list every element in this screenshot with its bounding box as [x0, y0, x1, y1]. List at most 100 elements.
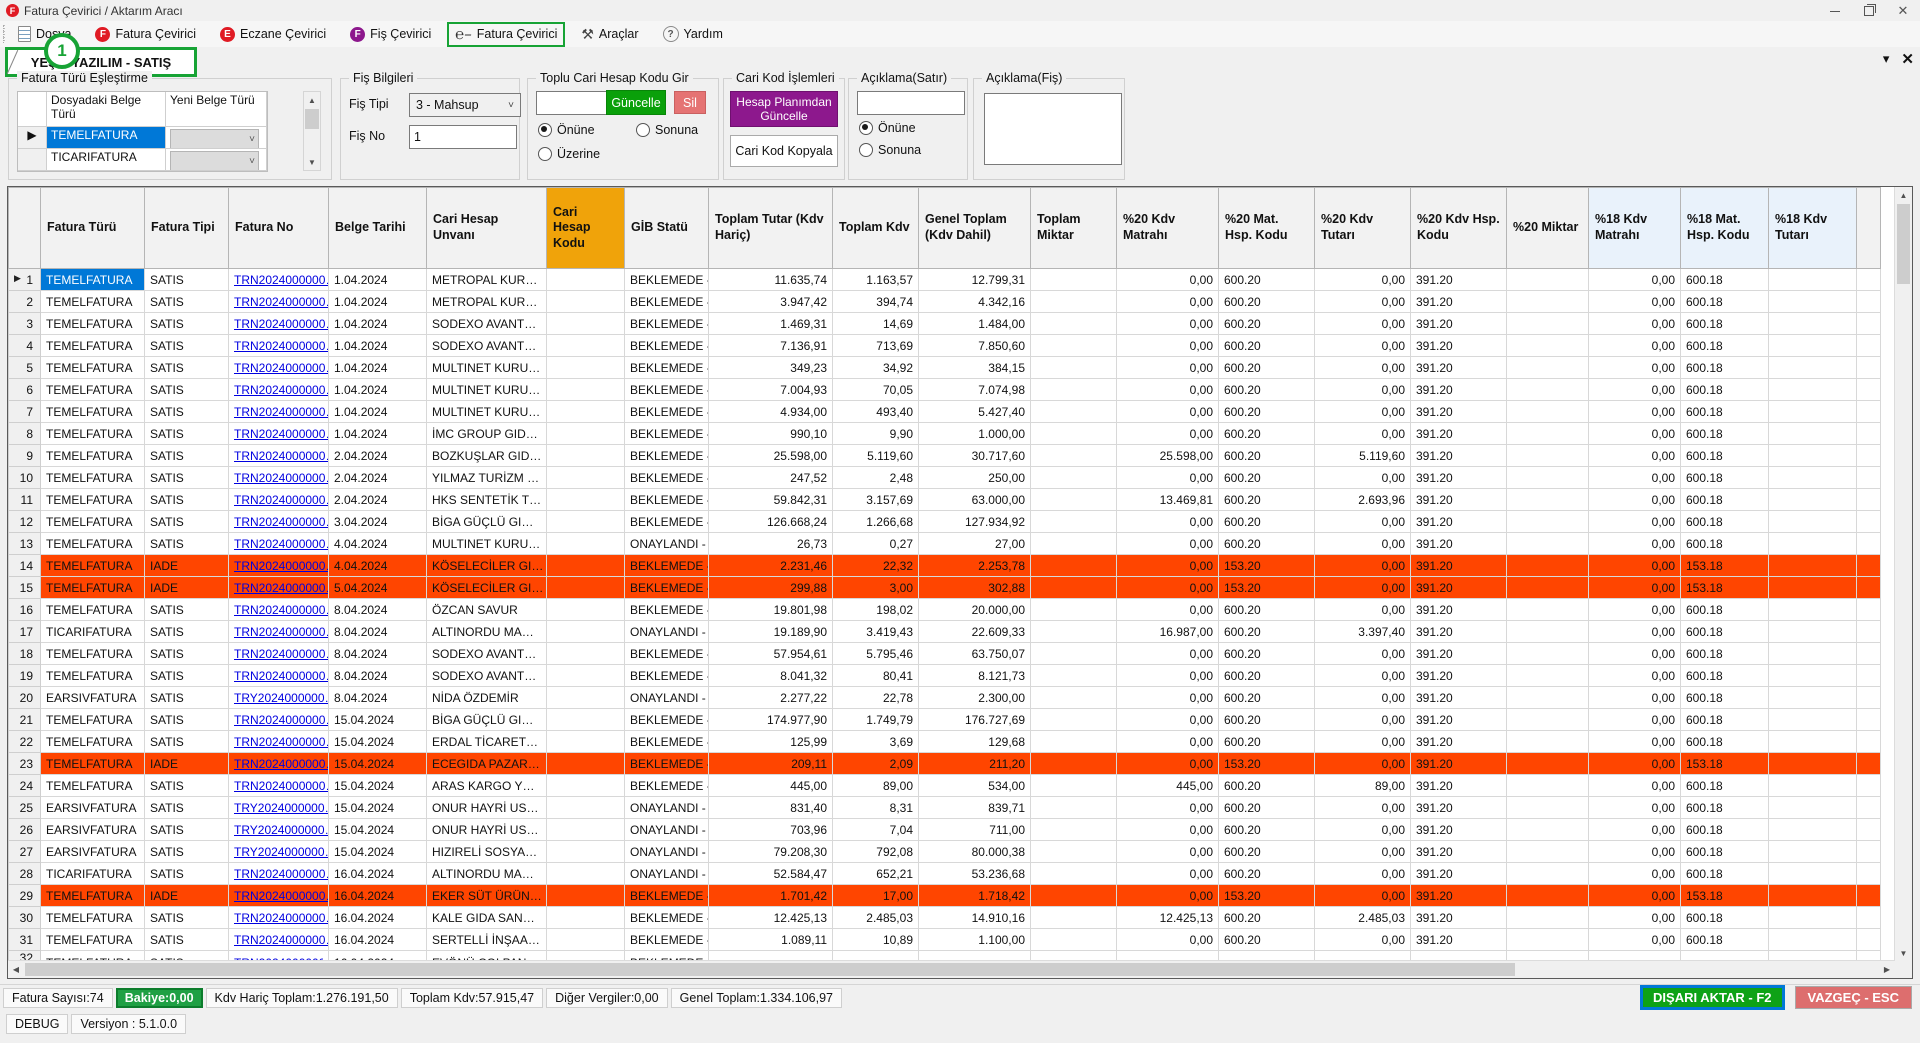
cell-genel[interactable]: 53.236,68 [918, 862, 1031, 885]
column-header-tarih[interactable]: Belge Tarihi [328, 187, 427, 269]
cell-m20k[interactable]: 600.20 [1218, 686, 1315, 709]
cell-m18k[interactable]: 600.18 [1680, 928, 1769, 951]
cell-row-selector[interactable]: 2 [8, 290, 41, 313]
cell-m18[interactable]: 0,00 [1588, 444, 1681, 467]
cell-m20k[interactable]: 600.20 [1218, 532, 1315, 555]
cell-tipi[interactable]: SATIS [144, 422, 229, 445]
column-header-gib[interactable]: GİB Statü [624, 187, 709, 269]
cell-m20k[interactable]: 600.20 [1218, 444, 1315, 467]
cell-t18[interactable] [1768, 334, 1857, 357]
cell-m20k[interactable]: 600.20 [1218, 400, 1315, 423]
cell-m18k[interactable]: 600.18 [1680, 356, 1769, 379]
cell-m18[interactable]: 0,00 [1588, 620, 1681, 643]
cell-mik20[interactable] [1506, 708, 1589, 731]
column-header-t20k[interactable]: %20 Kdv Hsp. Kodu [1410, 187, 1507, 269]
cell-genel[interactable]: 12.799,31 [918, 268, 1031, 291]
cell-t20k[interactable]: 391.20 [1410, 796, 1507, 819]
cell-t20[interactable]: 0,00 [1314, 554, 1411, 577]
cell-m18k[interactable]: 600.18 [1680, 268, 1769, 291]
cell-tarih[interactable]: 3.04.2024 [328, 510, 427, 533]
cell-m18k[interactable]: 600.18 [1680, 488, 1769, 511]
cell-no[interactable]: TRN2024000000… [228, 906, 329, 929]
cell-m20[interactable]: 0,00 [1116, 862, 1219, 885]
cell-row-selector[interactable]: 7 [8, 400, 41, 423]
cell-t18[interactable] [1768, 554, 1857, 577]
cell-m18[interactable]: 0,00 [1588, 532, 1681, 555]
hesap-planimdan-guncelle-button[interactable]: Hesap Planımdan Güncelle [730, 91, 838, 127]
cell-m20[interactable]: 0,00 [1116, 334, 1219, 357]
cell-m20[interactable]: 0,00 [1116, 268, 1219, 291]
cell-t18[interactable] [1768, 312, 1857, 335]
cell-kod[interactable] [546, 796, 625, 819]
fatura-no-link[interactable]: TRN2024000000… [234, 449, 328, 463]
cell-gib[interactable]: BEKLEMEDE - SA… [624, 268, 709, 291]
cell-kod[interactable] [546, 312, 625, 335]
cell-t20[interactable]: 0,00 [1314, 598, 1411, 621]
cell-m18[interactable]: 0,00 [1588, 884, 1681, 907]
cell-m18[interactable]: 0,00 [1588, 796, 1681, 819]
cell-unvan[interactable]: KÖSELECİLER GI… [426, 576, 547, 599]
cell-mik20[interactable] [1506, 906, 1589, 929]
cell-m20k[interactable]: 600.20 [1218, 598, 1315, 621]
cell-tipi[interactable]: SATIS [144, 730, 229, 753]
minimize-button[interactable] [1818, 0, 1852, 21]
cell-kdv[interactable]: 2,48 [832, 466, 919, 489]
cell-tutar[interactable]: 19.801,98 [708, 598, 833, 621]
cell-t20k[interactable]: 391.20 [1410, 708, 1507, 731]
cell-gib[interactable]: BEKLEMEDE - SA… [624, 466, 709, 489]
cell-kod[interactable] [546, 708, 625, 731]
cell-miktar[interactable] [1030, 356, 1117, 379]
cell-unvan[interactable]: ECEGIDA PAZAR… [426, 752, 547, 775]
cell-m18k[interactable]: 600.18 [1680, 444, 1769, 467]
cell-tipi[interactable]: SATIS [144, 642, 229, 665]
cell-kod[interactable] [546, 290, 625, 313]
cell-row-selector[interactable]: 31 [8, 928, 41, 951]
cell-row-selector[interactable]: 6 [8, 378, 41, 401]
cell-kod[interactable] [546, 686, 625, 709]
cell-t20k[interactable]: 391.20 [1410, 840, 1507, 863]
column-header-kod[interactable]: Cari Hesap Kodu [546, 187, 625, 269]
cell-tarih[interactable]: 15.04.2024 [328, 774, 427, 797]
cell-tipi[interactable]: SATIS [144, 664, 229, 687]
cell-kdv[interactable]: 14,69 [832, 312, 919, 335]
cell-kdv[interactable]: 1.163,57 [832, 268, 919, 291]
cell-gib[interactable]: BEKLEMEDE - SA… [624, 708, 709, 731]
cell-m20k[interactable]: 600.20 [1218, 818, 1315, 841]
cell-kdv[interactable]: 394,74 [832, 290, 919, 313]
cell-t20k[interactable]: 391.20 [1410, 686, 1507, 709]
fatura-no-link[interactable]: TRN2024000000… [234, 581, 328, 595]
cell-genel[interactable]: 211,20 [918, 752, 1031, 775]
cell-tutar[interactable]: 59.842,31 [708, 488, 833, 511]
cell-tutar[interactable]: 2.277,22 [708, 686, 833, 709]
cell-tipi[interactable]: IADE [144, 554, 229, 577]
cell-m18k[interactable]: 600.18 [1680, 598, 1769, 621]
cell-unvan[interactable]: YILMAZ TURİZM … [426, 466, 547, 489]
cell-m20k[interactable]: 600.20 [1218, 642, 1315, 665]
cell-t18[interactable] [1768, 708, 1857, 731]
cell-kod[interactable] [546, 444, 625, 467]
cell-no[interactable]: TRN2024000000… [228, 708, 329, 731]
cell-row-selector[interactable]: 26 [8, 818, 41, 841]
cell-m20[interactable]: 25.598,00 [1116, 444, 1219, 467]
cell-tutar[interactable]: 79.208,30 [708, 840, 833, 863]
cell-t18[interactable] [1768, 466, 1857, 489]
cell-tarih[interactable]: 8.04.2024 [328, 664, 427, 687]
cell-kod[interactable] [546, 356, 625, 379]
cell-no[interactable]: TRN2024000000… [228, 730, 329, 753]
cell-unvan[interactable]: SODEXO AVANT… [426, 334, 547, 357]
cell-turu[interactable]: TICARIFATURA [40, 620, 145, 643]
cell-tipi[interactable]: SATIS [144, 862, 229, 885]
fatura-no-link[interactable]: TRN2024000000… [234, 559, 328, 573]
cell-m20[interactable]: 0,00 [1116, 466, 1219, 489]
cell-tipi[interactable]: SATIS [144, 840, 229, 863]
cell-row-selector[interactable]: 13 [8, 532, 41, 555]
cell-kdv[interactable]: 3,00 [832, 576, 919, 599]
cell-genel[interactable]: 63.000,00 [918, 488, 1031, 511]
cell-unvan[interactable]: İMC GROUP GID… [426, 422, 547, 445]
cell-kod[interactable] [546, 818, 625, 841]
cell-mik20[interactable] [1506, 928, 1589, 951]
cell-tutar[interactable]: 349,23 [708, 356, 833, 379]
cell-miktar[interactable] [1030, 642, 1117, 665]
cell-t20[interactable]: 0,00 [1314, 532, 1411, 555]
cell-kod[interactable] [546, 906, 625, 929]
